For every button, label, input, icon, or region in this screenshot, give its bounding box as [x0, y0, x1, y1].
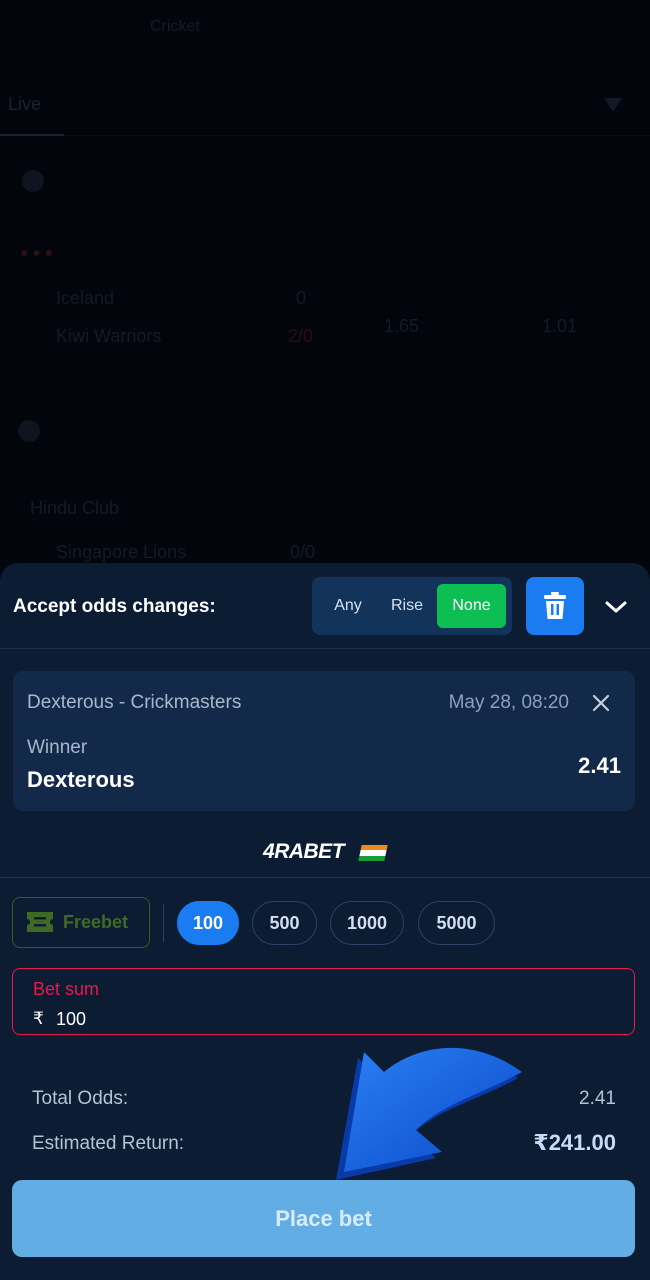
logo-text: RABET: [274, 840, 345, 863]
amount-chip-100[interactable]: 100: [177, 901, 239, 945]
selection-odds: 2.41: [578, 753, 621, 778]
trash-icon: [544, 592, 566, 619]
bet-slip-header: Accept odds changes: Any Rise None: [0, 563, 650, 649]
divider: [163, 904, 164, 942]
freebet-button[interactable]: Freebet: [12, 897, 150, 948]
nav-tab-live: Live: [8, 94, 42, 114]
remove-bet-button[interactable]: [589, 691, 613, 715]
currency-symbol: ₹: [33, 1009, 44, 1028]
amount-chip-1000[interactable]: 1000: [330, 901, 404, 945]
bg-score-4: 0/0: [290, 542, 316, 562]
odds-option-any[interactable]: Any: [318, 584, 378, 628]
bg-team-2: Kiwi Warriors: [56, 326, 162, 346]
bet-sum-label: Bet sum: [33, 979, 100, 999]
bet-sum-value[interactable]: 100: [56, 1009, 86, 1030]
place-bet-button[interactable]: Place bet: [12, 1180, 635, 1257]
divider: [0, 877, 650, 878]
cricket-ball-icon: [18, 420, 40, 442]
selection-name: Dexterous: [27, 767, 135, 792]
bg-team-1: Iceland: [56, 288, 115, 308]
freebet-label: Freebet: [63, 912, 129, 932]
bg-team-3: Hindu Club: [30, 498, 120, 518]
bg-score-2: 2/0: [288, 326, 314, 346]
background-page: Cricket Live ● ● ● Iceland 0 Kiwi Warrio…: [0, 0, 650, 600]
match-date: May 28, 08:20: [448, 692, 569, 713]
india-flag-icon: [358, 845, 388, 861]
cricket-ball-icon: [22, 170, 44, 192]
logo-prefix: 4: [263, 840, 275, 863]
bet-card: Dexterous - Crickmasters May 28, 08:20 W…: [13, 671, 635, 811]
market-name: Winner: [27, 737, 88, 758]
sport-tabs: Cricket: [0, 0, 650, 60]
amount-chip-5000[interactable]: 5000: [418, 901, 495, 945]
live-badge: ● ● ●: [20, 244, 54, 260]
bg-odds-1: 1.65: [384, 316, 420, 336]
chevron-down-icon: [605, 601, 627, 613]
estimated-return-value: ₹241.00: [533, 1130, 616, 1155]
live-nav: Live: [0, 80, 650, 136]
sport-tab-cricket: Cricket: [150, 18, 200, 35]
pointer-arrow-icon: [336, 1047, 522, 1180]
collapse-slip-button[interactable]: [600, 591, 632, 623]
total-odds-label: Total Odds:: [32, 1088, 129, 1109]
odds-change-toggle: Any Rise None: [312, 577, 512, 635]
bet-sum-field[interactable]: Bet sum ₹ 100: [12, 968, 635, 1035]
close-icon: [592, 694, 610, 712]
odds-option-none[interactable]: None: [437, 584, 506, 628]
estimated-return-label: Estimated Return:: [32, 1133, 185, 1154]
clear-bets-button[interactable]: [526, 577, 584, 635]
bg-score-1: 0: [296, 288, 307, 308]
nav-active-underline: [0, 134, 64, 136]
odds-option-rise[interactable]: Rise: [378, 584, 436, 628]
bg-team-4: Singapore Lions: [56, 542, 187, 562]
filter-icon: [604, 98, 622, 116]
bg-odds-2: 1.01: [542, 316, 578, 336]
brand-logo: 4RABET: [263, 840, 345, 864]
ticket-icon: [27, 912, 53, 932]
amount-chip-500[interactable]: 500: [252, 901, 317, 945]
accept-odds-label: Accept odds changes:: [13, 596, 216, 617]
match-name: Dexterous - Crickmasters: [27, 692, 242, 713]
total-odds-value: 2.41: [579, 1088, 616, 1109]
